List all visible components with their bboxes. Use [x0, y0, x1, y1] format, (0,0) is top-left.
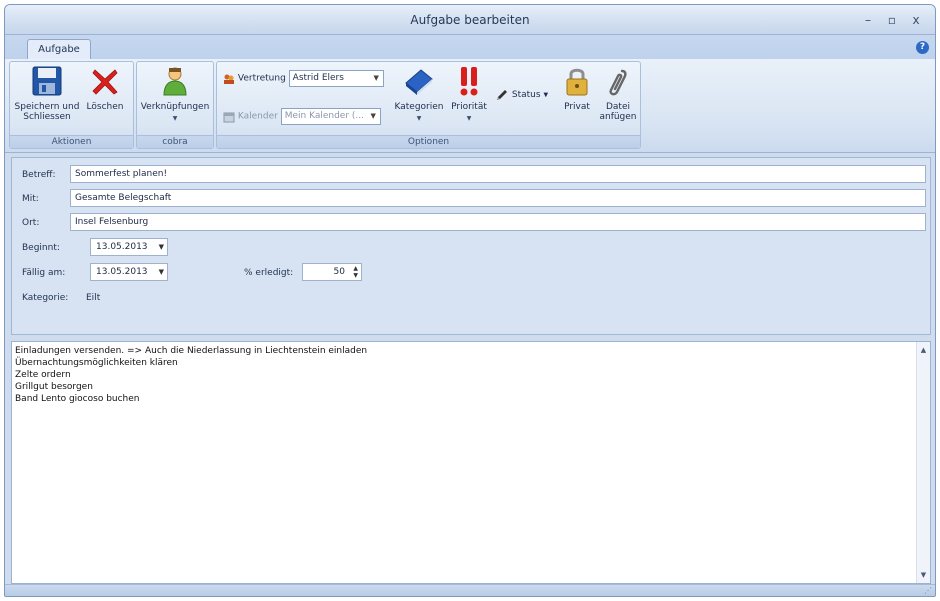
- maximize-button[interactable]: ▫: [883, 12, 901, 28]
- vertretung-row: Vertretung Astrid Elers ▼: [223, 70, 384, 88]
- dropdown-arrow-icon: ▼: [370, 112, 376, 120]
- betreff-label: Betreff:: [22, 170, 56, 180]
- notes-line: Grillgut besorgen: [15, 382, 93, 392]
- notes-line: Übernachtungsmöglichkeiten klären: [15, 358, 178, 368]
- vertretung-value: Astrid Elers: [292, 73, 344, 83]
- save-close-label-2: Schliessen: [23, 112, 71, 122]
- attach-label-2: anfügen: [599, 112, 637, 122]
- help-icon[interactable]: ?: [916, 41, 929, 54]
- private-label: Privat: [564, 102, 590, 112]
- priority-button[interactable]: Priorität ▼: [445, 65, 493, 124]
- categories-label: Kategorien: [394, 102, 444, 112]
- scroll-down-icon[interactable]: ▼: [917, 568, 930, 582]
- beginnt-value: 13.05.2013: [96, 242, 148, 252]
- title-bar: Aufgabe bearbeiten – ▫ x: [5, 5, 935, 35]
- ribbon-tab-row: Aufgabe ?: [5, 35, 935, 60]
- blue-book-icon: [403, 65, 435, 97]
- vertretung-icon: [223, 73, 235, 85]
- padlock-icon: [561, 65, 593, 97]
- attach-label-1: Datei: [605, 102, 630, 112]
- spin-arrows-icon[interactable]: ▲ ▼: [353, 265, 358, 279]
- vertretung-label: Vertretung: [237, 73, 286, 84]
- chevron-down-icon: ▼: [466, 115, 472, 122]
- links-button[interactable]: Verknüpfungen ▼: [139, 65, 211, 124]
- window-title: Aufgabe bearbeiten: [410, 13, 530, 27]
- beginnt-label: Beginnt:: [22, 243, 60, 253]
- erledigt-value: 50: [333, 267, 345, 277]
- status-bar: ⋰: [5, 584, 935, 596]
- dropdown-arrow-icon: ▼: [158, 243, 164, 251]
- save-close-label-1: Speichern und: [14, 102, 80, 112]
- ribbon: Speichern und Schliessen Löschen Aktione…: [5, 59, 935, 153]
- erledigt-spinner[interactable]: 50 ▲ ▼: [302, 263, 362, 281]
- erledigt-label: % erledigt:: [244, 268, 294, 278]
- delete-label: Löschen: [86, 102, 124, 112]
- ort-input[interactable]: Insel Felsenburg: [70, 213, 926, 231]
- mit-label: Mit:: [22, 194, 39, 204]
- kalender-select[interactable]: Mein Kalender (... ▼: [280, 108, 381, 125]
- faellig-label: Fällig am:: [22, 268, 66, 278]
- kategorie-value: Eilt: [86, 293, 101, 303]
- calendar-icon: [223, 111, 235, 123]
- task-edit-window: Aufgabe bearbeiten – ▫ x Aufgabe ? Speic…: [4, 4, 936, 597]
- vertretung-select[interactable]: Astrid Elers ▼: [288, 70, 384, 87]
- notes-line: Band Lento giocoso buchen: [15, 394, 140, 404]
- dropdown-arrow-icon: ▼: [373, 74, 379, 82]
- group-optionen: Vertretung Astrid Elers ▼ Kalender Mein …: [216, 61, 641, 149]
- kategorie-label: Kategorie:: [22, 293, 69, 303]
- notes-line: Zelte ordern: [15, 370, 71, 380]
- scroll-up-icon[interactable]: ▲: [917, 343, 930, 357]
- group-label-aktionen: Aktionen: [10, 135, 133, 148]
- faellig-date-picker[interactable]: 13.05.2013 ▼: [90, 263, 168, 281]
- chevron-down-icon: ▼: [416, 115, 422, 122]
- ort-label: Ort:: [22, 218, 40, 228]
- chevron-down-icon: ▼: [543, 91, 549, 99]
- group-label-optionen: Optionen: [217, 135, 640, 148]
- person-icon: [159, 65, 191, 97]
- group-cobra: Verknüpfungen ▼ cobra: [136, 61, 214, 149]
- paperclip-icon: [602, 65, 634, 97]
- faellig-value: 13.05.2013: [96, 267, 148, 277]
- delete-button[interactable]: Löschen: [82, 65, 128, 112]
- group-label-cobra: cobra: [137, 135, 213, 148]
- kalender-label: Kalender: [237, 111, 278, 122]
- dropdown-arrow-icon: ▼: [158, 268, 164, 276]
- links-label: Verknüpfungen: [140, 102, 210, 112]
- exclamation-icon: [453, 65, 485, 97]
- beginnt-date-picker[interactable]: 13.05.2013 ▼: [90, 238, 168, 256]
- private-button[interactable]: Privat: [557, 65, 597, 112]
- vertical-scrollbar[interactable]: ▲ ▼: [916, 342, 930, 583]
- attach-file-button[interactable]: Datei anfügen: [598, 65, 638, 122]
- task-form: Betreff: Sommerfest planen! Mit: Gesamte…: [11, 157, 931, 335]
- kalender-value: Mein Kalender (...: [284, 111, 364, 121]
- pen-icon: [495, 88, 509, 102]
- save-close-button[interactable]: Speichern und Schliessen: [14, 65, 80, 122]
- betreff-input[interactable]: Sommerfest planen!: [70, 165, 926, 183]
- notes-line: Einladungen versenden. => Auch die Niede…: [15, 346, 368, 356]
- group-aktionen: Speichern und Schliessen Löschen Aktione…: [9, 61, 134, 149]
- chevron-down-icon: ▼: [172, 115, 178, 122]
- status-label: Status: [511, 90, 541, 100]
- priority-label: Priorität: [451, 102, 487, 112]
- tab-aufgabe[interactable]: Aufgabe: [27, 39, 91, 60]
- kalender-row: Kalender Mein Kalender (... ▼: [223, 108, 381, 126]
- mit-input[interactable]: Gesamte Belegschaft: [70, 189, 926, 207]
- resize-grip-icon[interactable]: ⋰: [924, 586, 932, 595]
- minimize-button[interactable]: –: [859, 12, 877, 28]
- notes-textarea[interactable]: Einladungen versenden. => Auch die Niede…: [11, 341, 931, 584]
- red-x-icon: [89, 65, 121, 97]
- status-button[interactable]: Status ▼: [495, 88, 548, 106]
- categories-button[interactable]: Kategorien ▼: [393, 65, 445, 124]
- close-button[interactable]: x: [907, 12, 925, 28]
- notes-text: Einladungen versenden. => Auch die Niede…: [15, 345, 367, 405]
- floppy-disk-icon: [31, 65, 63, 97]
